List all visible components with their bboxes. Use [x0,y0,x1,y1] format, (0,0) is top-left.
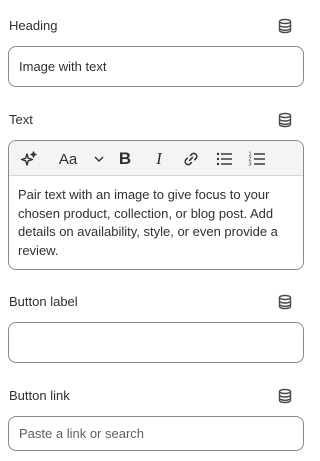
database-icon[interactable] [277,294,293,310]
link-icon[interactable] [180,149,202,169]
editor-content[interactable]: Pair text with an image to give focus to… [18,186,300,260]
bullet-list-icon[interactable] [213,149,235,169]
rich-text-editor[interactable]: Aa B I 1 2 3 Pair text with an image to … [8,140,304,270]
heading-label: Heading [9,18,58,33]
svg-text:3: 3 [249,162,252,168]
database-icon[interactable] [277,112,293,128]
heading-input-value: Image with text [19,59,107,74]
database-icon[interactable] [277,18,293,34]
sparkle-icon[interactable] [19,149,39,169]
button-label-label: Button label [9,294,78,309]
italic-icon[interactable]: I [149,149,169,169]
bold-icon[interactable]: B [115,149,135,169]
button-link-placeholder: Paste a link or search [19,426,145,441]
button-link-label: Button link [9,388,70,403]
button-link-input[interactable]: Paste a link or search [8,416,304,451]
chevron-down-icon[interactable] [89,149,109,169]
button-label-input[interactable] [8,322,304,363]
text-label: Text [9,112,33,127]
font-style-button[interactable]: Aa [53,149,83,169]
font-style-icon: Aa [58,150,78,168]
database-icon[interactable] [277,388,293,404]
heading-input[interactable]: Image with text [8,46,304,87]
editor-toolbar: Aa B I 1 2 3 [9,141,303,176]
numbered-list-icon[interactable]: 1 2 3 [246,149,268,169]
